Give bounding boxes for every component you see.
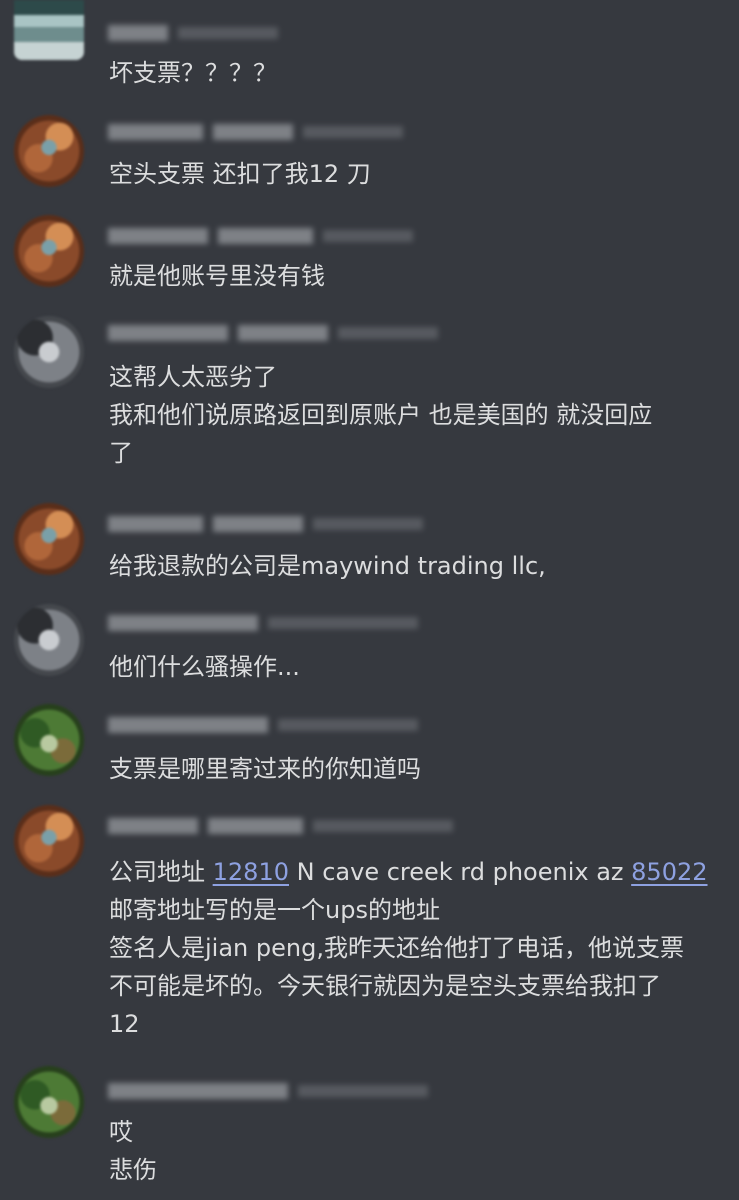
message-text: 邮寄地址写的是一个ups的地址 bbox=[109, 896, 440, 924]
chat-message-list: 坏支票？？？？ 空头支票 还扣了我12 刀 就是他账号里没有钱 这帮人太恶劣了 … bbox=[0, 0, 739, 1200]
user-avatar[interactable] bbox=[14, 1066, 84, 1138]
blurred-username bbox=[108, 714, 418, 736]
blurred-username bbox=[108, 22, 278, 44]
user-avatar[interactable] bbox=[14, 604, 84, 676]
user-avatar[interactable] bbox=[14, 0, 84, 60]
message-text: 支票是哪里寄过来的你知道吗 bbox=[109, 755, 421, 783]
blurred-username bbox=[108, 1080, 428, 1102]
message-text: 哎 bbox=[109, 1118, 133, 1146]
message-text: 公司地址 12810 N cave creek rd phoenix az 85… bbox=[109, 858, 708, 886]
blurred-username bbox=[108, 612, 418, 634]
user-avatar[interactable] bbox=[14, 215, 84, 287]
message-text: 就是他账号里没有钱 bbox=[109, 262, 325, 290]
blurred-username bbox=[108, 815, 453, 837]
user-avatar[interactable] bbox=[14, 805, 84, 877]
message-text: 空头支票 还扣了我12 刀 bbox=[109, 160, 371, 188]
message-text: 不可能是坏的。今天银行就因为是空头支票给我扣了 bbox=[109, 972, 661, 1000]
blurred-username bbox=[108, 225, 413, 247]
user-avatar[interactable] bbox=[14, 503, 84, 575]
message-text: 12 bbox=[109, 1010, 140, 1038]
message-text: 悲伤 bbox=[109, 1156, 157, 1184]
user-avatar[interactable] bbox=[14, 115, 84, 187]
address-number-link[interactable]: 12810 bbox=[213, 858, 289, 886]
zip-code-link[interactable]: 85022 bbox=[631, 858, 707, 886]
user-avatar[interactable] bbox=[14, 704, 84, 776]
blurred-username bbox=[108, 121, 403, 143]
message-text: 给我退款的公司是maywind trading llc, bbox=[109, 552, 546, 580]
message-text: 签名人是jian peng,我昨天还给他打了电话，他说支票 bbox=[109, 934, 684, 962]
message-text: 了 bbox=[109, 439, 133, 467]
message-text: 他们什么骚操作... bbox=[109, 653, 300, 681]
message-text: 这帮人太恶劣了 bbox=[109, 363, 277, 391]
user-avatar[interactable] bbox=[14, 316, 84, 388]
blurred-username bbox=[108, 513, 423, 535]
message-text: 我和他们说原路返回到原账户 也是美国的 就没回应 bbox=[109, 401, 653, 429]
blurred-username bbox=[108, 322, 438, 344]
message-text: 坏支票？？？？ bbox=[109, 59, 277, 87]
